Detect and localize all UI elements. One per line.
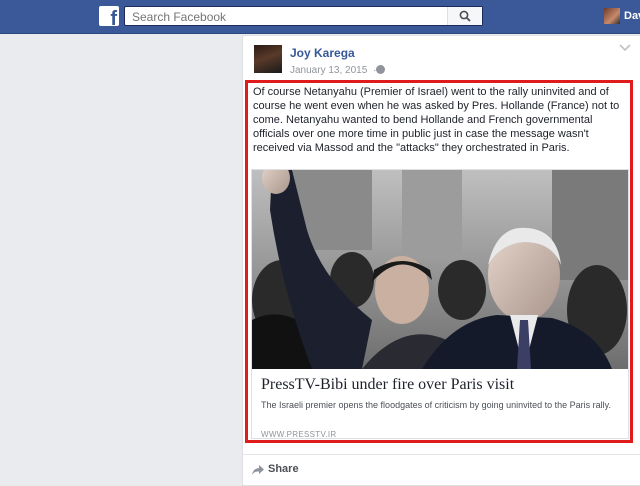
photo-illustration <box>252 170 628 369</box>
top-navigation-bar: f Dav <box>0 0 640 34</box>
search-box[interactable] <box>124 6 483 26</box>
link-domain: WWW.PRESSTV.IR <box>261 430 337 439</box>
post-date-text[interactable]: January 13, 2015 <box>290 65 367 76</box>
post-body-text: Of course Netanyahu (Premier of Israel) … <box>253 86 620 154</box>
action-divider <box>243 454 640 455</box>
link-description: The Israeli premier opens the floodgates… <box>261 400 612 410</box>
facebook-logo-icon[interactable]: f <box>99 6 119 29</box>
poster-avatar[interactable] <box>254 45 282 73</box>
link-preview-image[interactable] <box>252 170 628 369</box>
shared-link-card[interactable]: PressTV-Bibi under fire over Paris visit… <box>251 169 629 439</box>
search-button[interactable] <box>447 7 482 25</box>
globe-privacy-icon[interactable] <box>376 65 385 74</box>
user-avatar[interactable] <box>604 8 620 24</box>
post-timestamp[interactable]: January 13, 2015 · <box>290 65 376 76</box>
search-input[interactable] <box>130 8 454 26</box>
share-button[interactable]: Share <box>268 463 299 475</box>
link-title[interactable]: PressTV-Bibi under fire over Paris visit <box>261 376 514 394</box>
chevron-down-icon[interactable] <box>619 44 631 52</box>
search-icon <box>459 10 471 22</box>
user-name-link[interactable]: Dav <box>624 10 640 22</box>
poster-name-link[interactable]: Joy Karega <box>290 46 355 60</box>
share-arrow-icon[interactable] <box>252 465 264 475</box>
